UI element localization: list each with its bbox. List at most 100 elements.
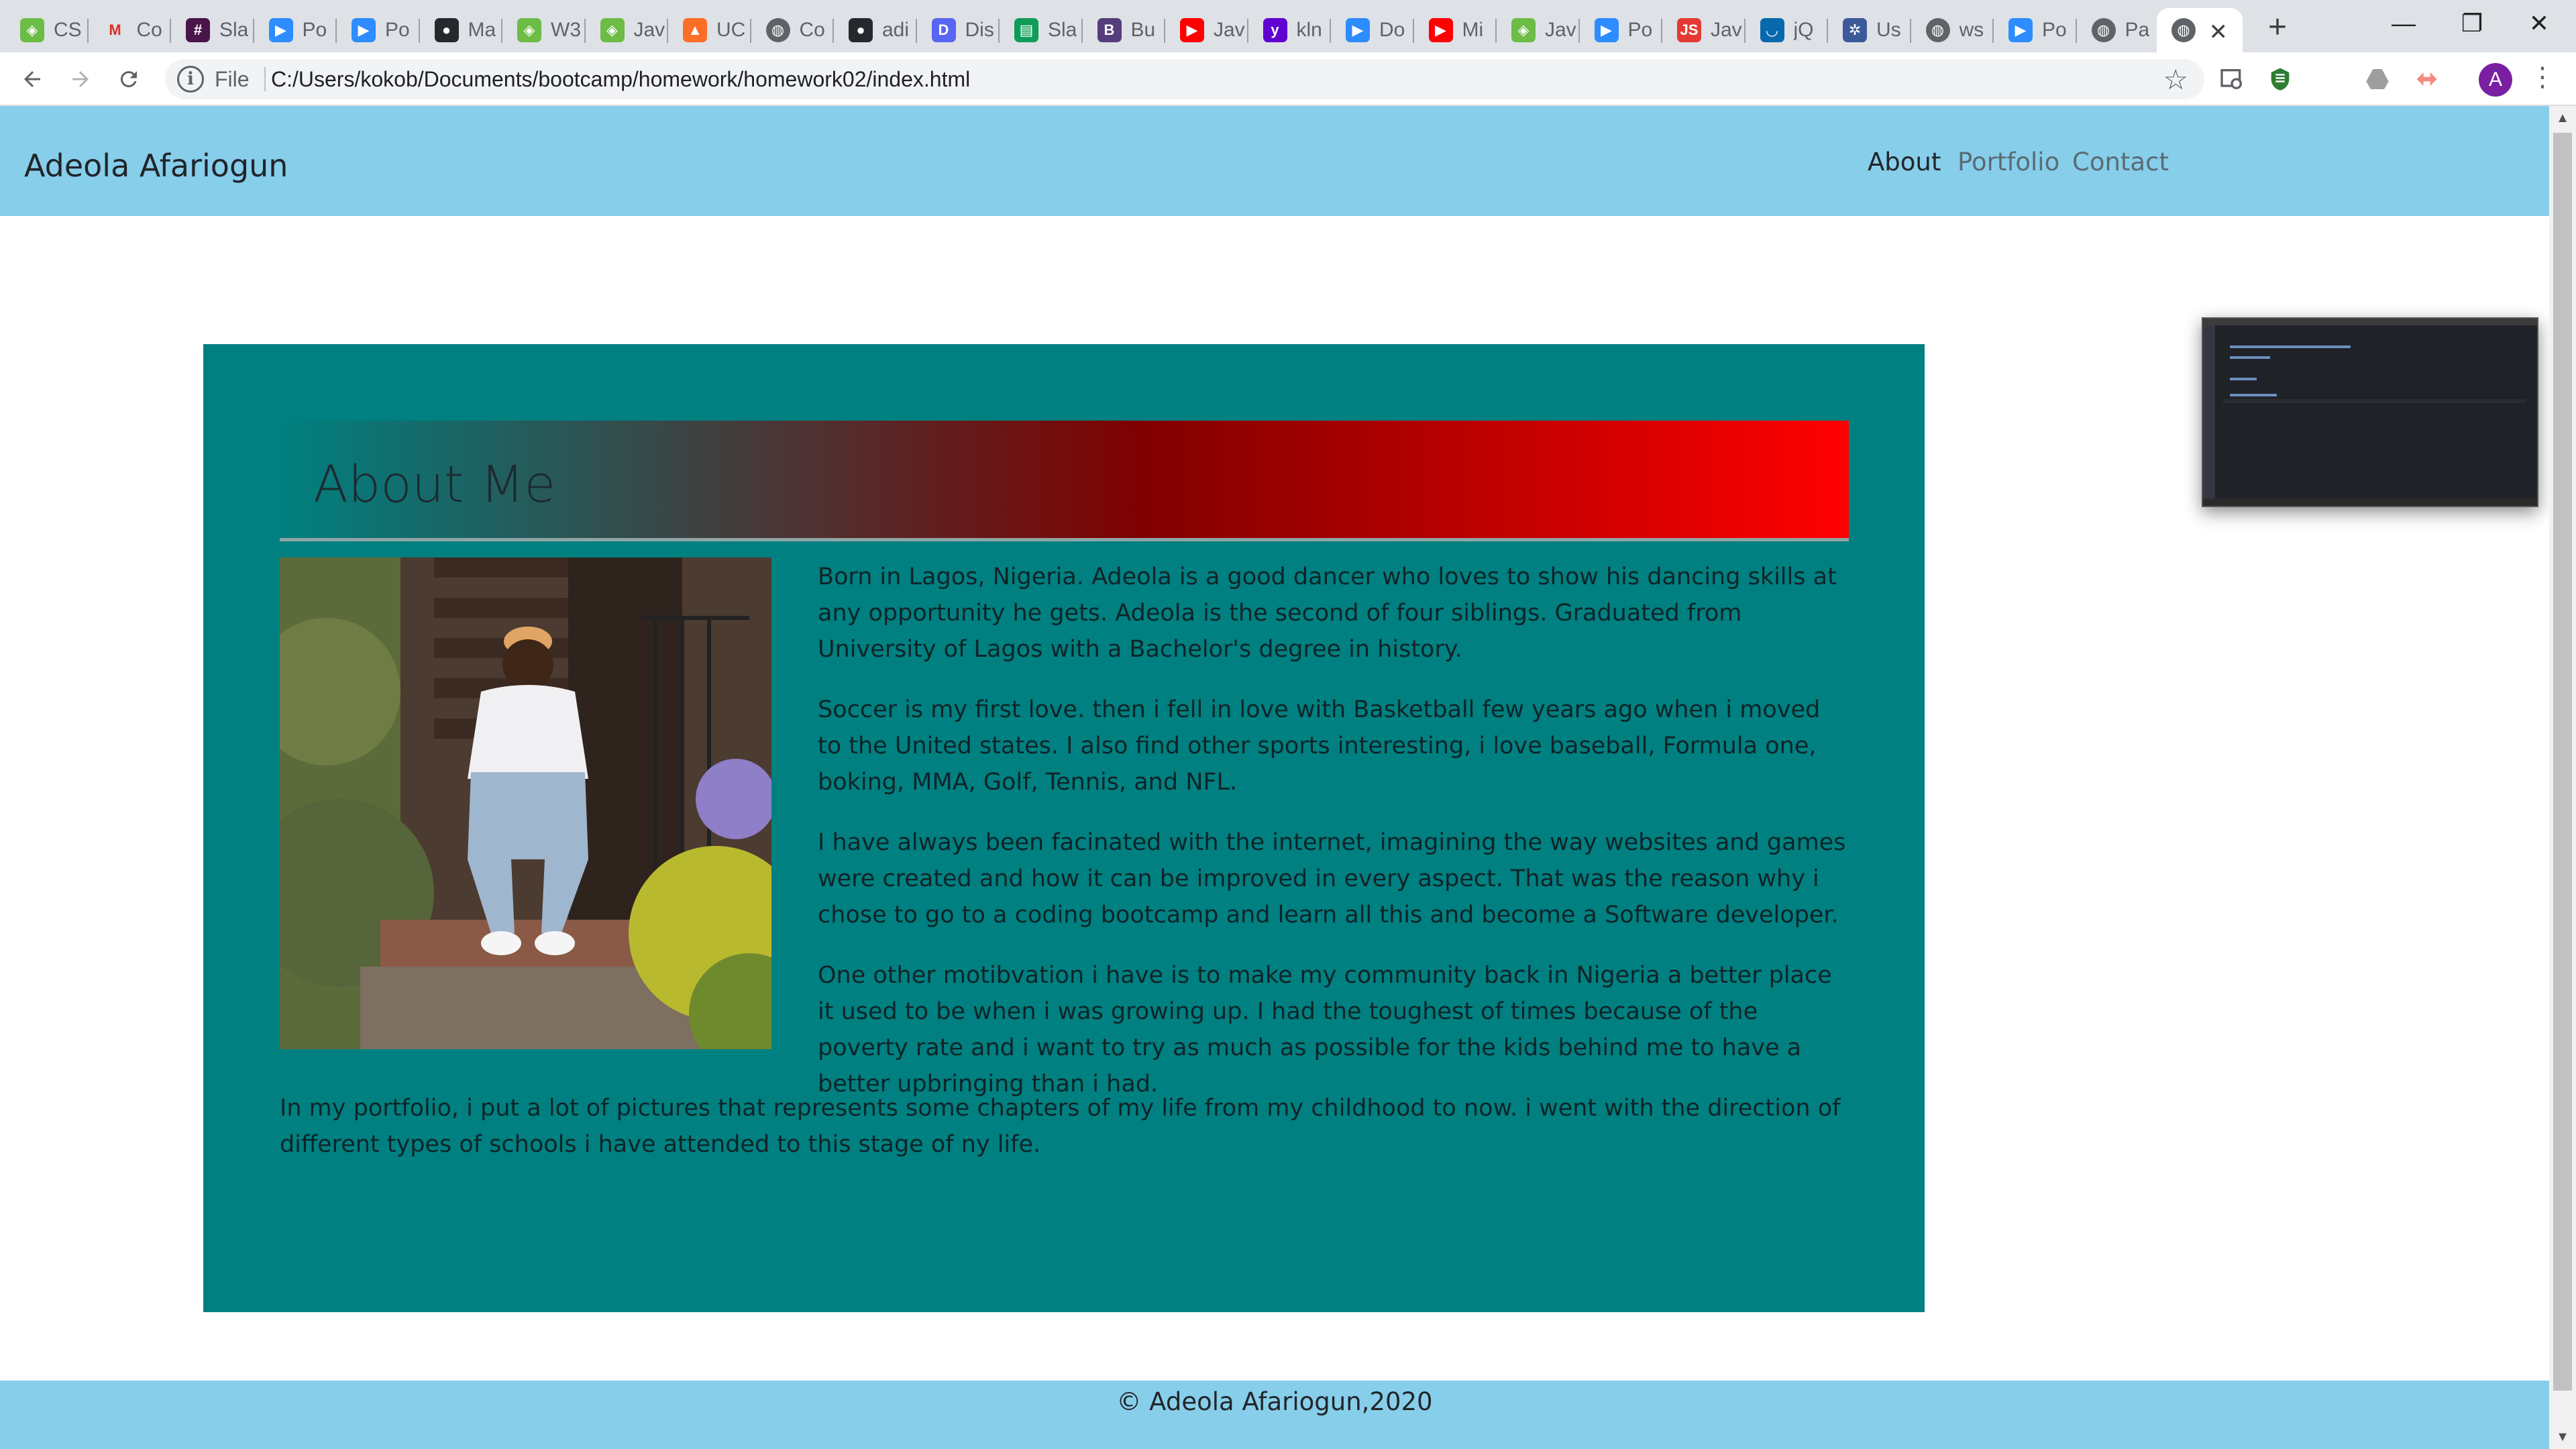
tab-label: Us: [1876, 19, 1901, 41]
browser-tab[interactable]: ▶ Do: [1331, 8, 1414, 52]
browser-tab[interactable]: D Dis: [917, 8, 1000, 52]
bookmark-star-icon[interactable]: ☆: [2163, 63, 2188, 96]
scroll-down-arrow-icon[interactable]: ▼: [2549, 1425, 2576, 1449]
close-tab-icon[interactable]: ✕: [2209, 19, 2229, 46]
sheets-icon: ▤: [1014, 18, 1038, 42]
tab-label: Co: [799, 19, 825, 41]
browser-tab[interactable]: ▶ Po: [254, 8, 337, 52]
browser-tab[interactable]: ▲ UC: [668, 8, 751, 52]
browser-tab[interactable]: ◈ CS: [5, 8, 89, 52]
close-window-button[interactable]: ✕: [2502, 0, 2576, 47]
forward-button[interactable]: [62, 60, 99, 98]
tab-active[interactable]: ◍ ✕: [2157, 8, 2243, 52]
bio-paragraph-4: One other motibvation i have is to make …: [818, 962, 1832, 1097]
tab-label: Co: [136, 19, 162, 41]
tab-label: ws: [1959, 19, 1984, 41]
tab-label: Dis: [965, 19, 994, 41]
reader-mode-icon[interactable]: [2217, 64, 2247, 94]
site-brand[interactable]: Adeola Afariogun: [24, 148, 288, 184]
nav-contact[interactable]: Contact: [2072, 148, 2169, 176]
tab-label: Jav: [1711, 19, 1742, 41]
bootstrap-icon: B: [1097, 18, 1122, 42]
browser-tab[interactable]: # Sla: [171, 8, 254, 52]
address-bar[interactable]: i File C:/Users/kokob/Documents/bootcamp…: [165, 59, 2204, 99]
scroll-thumb[interactable]: [2553, 133, 2572, 1391]
zoom-icon: ▶: [352, 18, 376, 42]
browser-tab[interactable]: ◍ ws: [1911, 8, 1994, 52]
browser-tab[interactable]: ◈ W3: [502, 8, 586, 52]
globe-icon: ◍: [765, 18, 790, 42]
browser-tab[interactable]: y kln: [1248, 8, 1332, 52]
browser-tab[interactable]: ◈ Jav: [1497, 8, 1580, 52]
extension-red-icon[interactable]: [2411, 64, 2440, 94]
site-footer: © Adeola Afariogun,2020: [0, 1381, 2549, 1449]
gmail-icon: M: [109, 21, 121, 38]
reload-button[interactable]: [110, 60, 148, 98]
browser-tab[interactable]: ◍ Pa: [2077, 8, 2160, 52]
browser-tab[interactable]: ▶ Jav: [1165, 8, 1248, 52]
browser-tab[interactable]: ◈ Jav: [586, 8, 669, 52]
browser-tab[interactable]: ▶ Po: [337, 8, 420, 52]
minimize-button[interactable]: —: [2367, 0, 2440, 47]
restore-button[interactable]: ❐: [2435, 0, 2509, 47]
info-icon[interactable]: i: [177, 66, 204, 93]
tab-strip: ◍ Pa ▶ Po ◍ ws ✲ Us ◡ jQ JS Jav ▶ Po ◈ Jav ▶ Mi ▶ Do y kln ▶ Ja…: [0, 0, 2576, 52]
browser-tab[interactable]: ● Ma: [420, 8, 503, 52]
youtube-icon: ▶: [1180, 18, 1204, 42]
browser-tab[interactable]: ◍ Co: [751, 8, 835, 52]
page-scrollbar[interactable]: ▲ ▼: [2549, 106, 2576, 1449]
tab-label: Po: [302, 19, 327, 41]
slack-icon: #: [186, 18, 210, 42]
browser-tab[interactable]: ● adi: [834, 8, 917, 52]
window-thumbnail-preview[interactable]: [2202, 317, 2538, 507]
tab-label: Po: [2042, 19, 2067, 41]
extension-shield-icon[interactable]: [2265, 64, 2295, 94]
browser-tab[interactable]: B Bu: [1083, 8, 1166, 52]
bio-paragraph-3: I have always been facinated with the in…: [818, 829, 1846, 928]
tab-label: Pa: [2125, 19, 2150, 41]
tab-label: Bu: [1130, 19, 1156, 41]
browser-tab[interactable]: ▤ Sla: [1000, 8, 1083, 52]
reload-icon: [120, 71, 137, 88]
gitlab-icon: ▲: [683, 18, 707, 42]
url-text[interactable]: C:/Users/kokob/Documents/bootcamp/homewo…: [271, 66, 970, 93]
browser-tab[interactable]: M Co: [89, 8, 172, 52]
repl-icon: ◈: [517, 18, 541, 42]
about-title: About Me: [313, 454, 556, 514]
browser-tab[interactable]: ✲ Us: [1828, 8, 1911, 52]
site-header: Adeola Afariogun About Portfolio Contact: [0, 106, 2549, 216]
browser-menu-icon[interactable]: ⋮: [2529, 62, 2556, 93]
profile-avatar[interactable]: A: [2479, 63, 2512, 97]
browser-tab[interactable]: ▶ Po: [1994, 8, 2077, 52]
yahoo-icon: y: [1263, 18, 1287, 42]
bio-paragraph-5: In my portfolio, i put a lot of pictures…: [280, 1095, 1841, 1158]
browser-tab[interactable]: JS Jav: [1662, 8, 1746, 52]
back-arrow-icon: [24, 71, 40, 87]
zoom-icon: ▶: [268, 18, 293, 42]
bio-paragraph-1: Born in Lagos, Nigeria. Adeola is a good…: [818, 564, 1837, 663]
scroll-up-arrow-icon[interactable]: ▲: [2549, 106, 2576, 130]
browser-tab[interactable]: ▶ Po: [1580, 8, 1663, 52]
tab-label: Sla: [1048, 19, 1077, 41]
browser-tab[interactable]: ◡ jQ: [1746, 8, 1829, 52]
jquery-icon: ◡: [1760, 18, 1784, 42]
nav-about[interactable]: About: [1868, 148, 1941, 176]
tab-label: jQ: [1793, 19, 1814, 41]
about-banner: About Me: [280, 421, 1849, 541]
drive-icon[interactable]: [2363, 64, 2392, 94]
repl-icon: ◈: [20, 18, 44, 42]
tab-label: UC: [716, 19, 746, 41]
discord-icon: D: [931, 18, 956, 42]
zoom-icon: ▶: [1594, 18, 1619, 42]
back-button[interactable]: [13, 60, 51, 98]
zoom-icon: ▶: [1346, 18, 1370, 42]
repl-icon: ◈: [1511, 18, 1536, 42]
nav-portfolio[interactable]: Portfolio: [1957, 148, 2059, 176]
browser-toolbar: i File C:/Users/kokob/Documents/bootcamp…: [0, 52, 2576, 106]
new-tab-button[interactable]: +: [2259, 8, 2296, 46]
zoom-icon: ▶: [2008, 18, 2033, 42]
settings-icon: ✲: [1843, 18, 1867, 42]
browser-tab[interactable]: ▶ Mi: [1414, 8, 1497, 52]
bio-paragraph-2: Soccer is my first love. then i fell in …: [818, 696, 1821, 796]
tab-label: Jav: [1545, 19, 1576, 41]
